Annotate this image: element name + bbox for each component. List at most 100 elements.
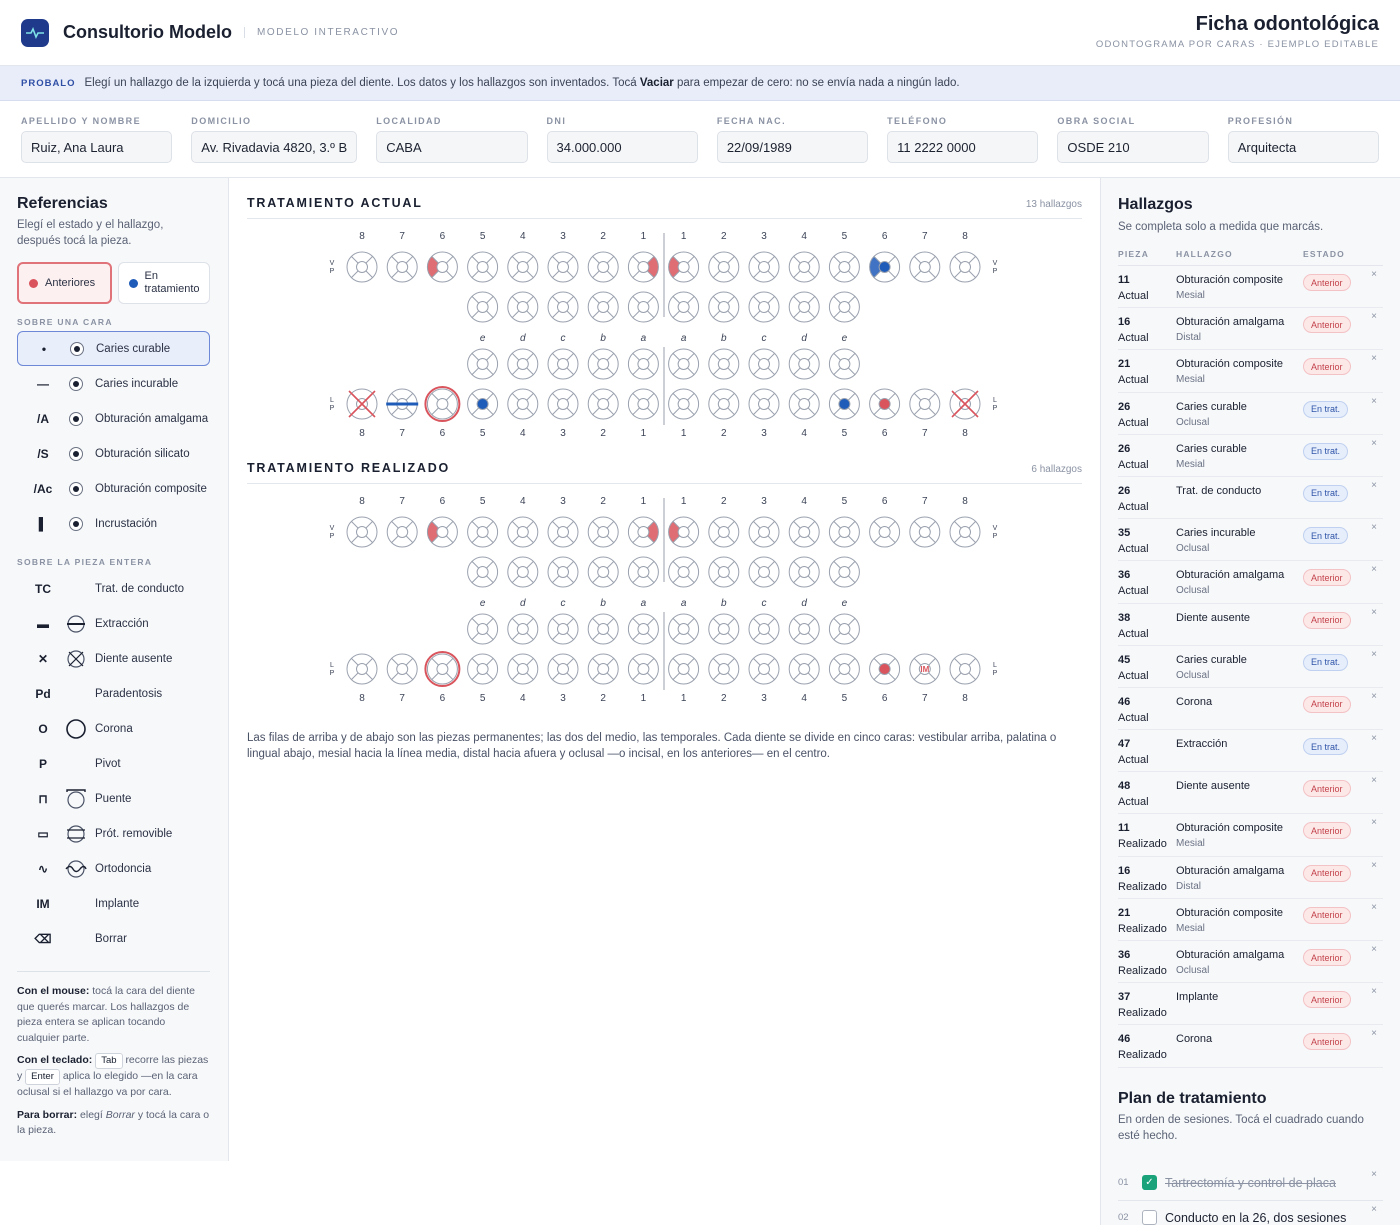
plan-checkbox[interactable]: ✓ — [1142, 1175, 1157, 1191]
tooth-45[interactable] — [467, 653, 499, 685]
tooth-81[interactable] — [627, 348, 659, 380]
tooth-53[interactable] — [547, 556, 579, 588]
tooth-65[interactable] — [828, 556, 860, 588]
tooth-73[interactable] — [748, 348, 780, 380]
remove-finding-icon[interactable]: × — [1371, 522, 1377, 533]
tooth-45[interactable] — [467, 388, 499, 420]
tooth-47[interactable] — [386, 653, 418, 685]
tooth-82[interactable] — [587, 613, 619, 645]
ref-item[interactable]: • Caries curable — [17, 331, 210, 366]
tooth-85[interactable] — [467, 613, 499, 645]
tooth-25[interactable] — [828, 516, 860, 548]
tooth-11[interactable] — [627, 516, 659, 548]
tooth-15[interactable] — [467, 251, 499, 283]
ref-item[interactable]: ▌ Incrustación — [17, 506, 210, 541]
tooth-27[interactable] — [909, 251, 941, 283]
remove-finding-icon[interactable]: × — [1371, 438, 1377, 449]
remove-finding-icon[interactable]: × — [1371, 1028, 1377, 1039]
tooth-55[interactable] — [467, 291, 499, 323]
remove-plan-icon[interactable]: × — [1371, 1204, 1377, 1215]
tooth-44[interactable] — [507, 653, 539, 685]
remove-finding-icon[interactable]: × — [1371, 860, 1377, 871]
tooth-12[interactable] — [587, 516, 619, 548]
tooth-23[interactable] — [748, 516, 780, 548]
tooth-84[interactable] — [507, 613, 539, 645]
remove-finding-icon[interactable]: × — [1371, 353, 1377, 364]
tooth-71[interactable] — [668, 348, 700, 380]
tooth-47[interactable] — [386, 388, 419, 420]
tooth-32[interactable] — [708, 388, 740, 420]
remove-finding-icon[interactable]: × — [1371, 944, 1377, 955]
banner-clear-link[interactable]: Vaciar — [640, 77, 674, 89]
tooth-46[interactable] — [424, 386, 461, 422]
tooth-75[interactable] — [828, 613, 860, 645]
ref-item[interactable]: ∿ Ortodoncia — [17, 851, 210, 886]
tooth-48[interactable] — [346, 388, 378, 420]
tooth-53[interactable] — [547, 291, 579, 323]
tooth-28[interactable] — [949, 251, 981, 283]
ref-item[interactable]: IM Implante — [17, 886, 210, 921]
tooth-83[interactable] — [547, 348, 579, 380]
ref-item[interactable]: /S Obturación silicato — [17, 436, 210, 471]
tooth-46[interactable] — [424, 651, 461, 687]
tooth-32[interactable] — [708, 653, 740, 685]
patient-field-input[interactable]: 11 2222 0000 — [887, 131, 1039, 163]
remove-finding-icon[interactable]: × — [1371, 817, 1377, 828]
tooth-15[interactable] — [467, 516, 499, 548]
state-trat-button[interactable]: En tratamiento — [117, 262, 210, 304]
tooth-11[interactable] — [627, 251, 659, 283]
tooth-14[interactable] — [507, 516, 539, 548]
tooth-75[interactable] — [828, 348, 860, 380]
tooth-38[interactable] — [949, 388, 981, 420]
tooth-41[interactable] — [627, 388, 659, 420]
tooth-55[interactable] — [467, 556, 499, 588]
tooth-43[interactable] — [547, 653, 579, 685]
patient-field-input[interactable]: 22/09/1989 — [716, 131, 869, 163]
remove-plan-icon[interactable]: × — [1371, 1169, 1377, 1180]
tooth-73[interactable] — [748, 613, 780, 645]
tooth-35[interactable] — [828, 653, 860, 685]
tooth-43[interactable] — [547, 388, 579, 420]
tooth-48[interactable] — [346, 653, 378, 685]
remove-finding-icon[interactable]: × — [1371, 649, 1377, 660]
tooth-13[interactable] — [547, 516, 579, 548]
remove-finding-icon[interactable]: × — [1371, 311, 1377, 322]
tooth-52[interactable] — [587, 556, 619, 588]
tooth-52[interactable] — [587, 291, 619, 323]
patient-field-input[interactable]: OSDE 210 — [1057, 131, 1209, 163]
patient-field-input[interactable]: 34.000.000 — [546, 131, 698, 163]
ref-item[interactable]: P Pivot — [17, 746, 210, 781]
tooth-74[interactable] — [788, 348, 820, 380]
tooth-24[interactable] — [788, 251, 820, 283]
remove-finding-icon[interactable]: × — [1371, 607, 1377, 618]
tooth-26[interactable] — [869, 516, 901, 548]
tooth-16[interactable] — [426, 516, 458, 548]
ref-item[interactable]: ▬ Extracción — [17, 606, 210, 641]
tooth-41[interactable] — [627, 653, 659, 685]
plan-checkbox[interactable] — [1142, 1210, 1157, 1225]
ref-item[interactable]: — Caries incurable — [17, 366, 210, 401]
tooth-82[interactable] — [587, 348, 619, 380]
ref-item[interactable]: TC Trat. de conducto — [17, 571, 210, 606]
ref-item[interactable]: ⊓ Puente — [17, 781, 210, 816]
ref-item[interactable]: /Ac Obturación composite — [17, 471, 210, 506]
remove-finding-icon[interactable]: × — [1371, 564, 1377, 575]
tooth-37[interactable] — [909, 388, 941, 420]
tooth-38[interactable] — [949, 653, 981, 685]
remove-finding-icon[interactable]: × — [1371, 396, 1377, 407]
tooth-14[interactable] — [507, 251, 539, 283]
tooth-25[interactable] — [828, 251, 860, 283]
tooth-22[interactable] — [708, 516, 740, 548]
remove-finding-icon[interactable]: × — [1371, 733, 1377, 744]
tooth-31[interactable] — [668, 388, 700, 420]
tooth-21[interactable] — [668, 516, 700, 548]
patient-field-input[interactable]: CABA — [376, 131, 528, 163]
tooth-65[interactable] — [828, 291, 860, 323]
ref-item[interactable]: /A Obturación amalgama — [17, 401, 210, 436]
tooth-18[interactable] — [346, 251, 378, 283]
tooth-63[interactable] — [748, 556, 780, 588]
tooth-51[interactable] — [627, 291, 659, 323]
state-anterior-button[interactable]: Anteriores — [17, 262, 112, 304]
patient-field-input[interactable]: Arquitecta — [1227, 131, 1379, 163]
tooth-21[interactable] — [668, 251, 700, 283]
